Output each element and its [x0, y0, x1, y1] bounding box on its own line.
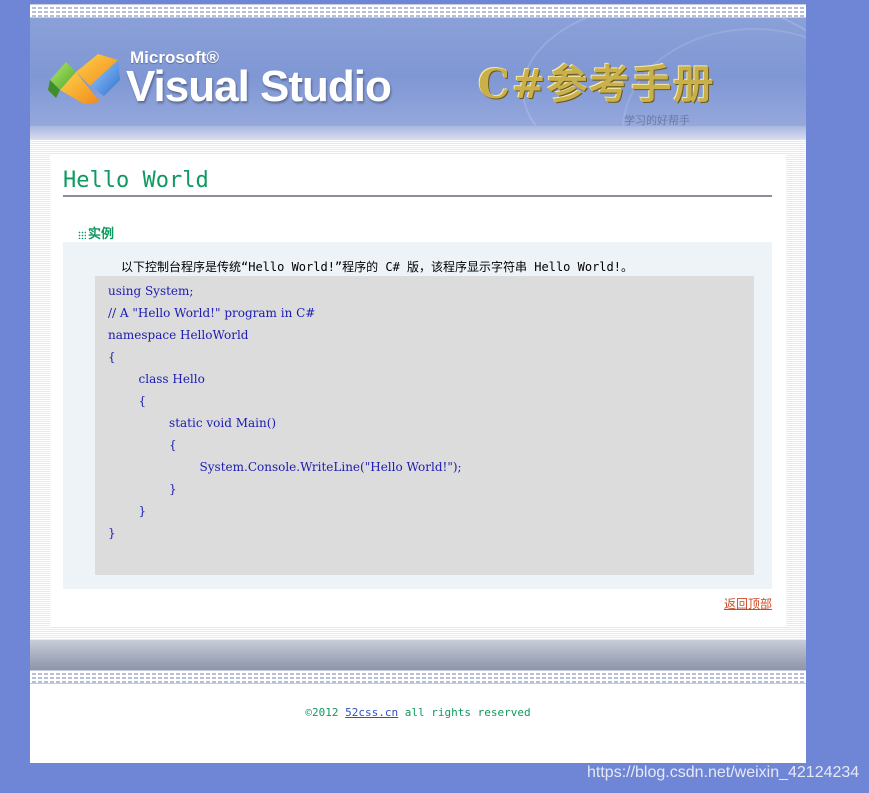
site-link[interactable]: 52css.cn — [345, 706, 398, 719]
bullet-dots-icon — [78, 231, 86, 239]
code-line: } — [108, 482, 177, 496]
section-heading: 实例 — [78, 223, 114, 242]
body-frame: Hello World 实例 以下控制台程序是传统“Hello World!”程… — [30, 140, 806, 640]
manual-title: C#参考手册 — [478, 61, 716, 108]
page-container: Microsoft® Visual Studio C#参考手册 学习的好帮手 H… — [30, 4, 806, 763]
code-line: { — [108, 350, 116, 364]
code-line: namespace HelloWorld — [108, 328, 249, 342]
footer-band — [30, 640, 806, 670]
code-line: // A "Hello World!" program in C# — [108, 306, 316, 320]
footer-copyright: ©2012 52css.cn all rights reserved — [30, 706, 806, 719]
code-line: { — [108, 394, 147, 408]
tagline: 学习的好帮手 — [624, 114, 690, 126]
back-to-top-link[interactable]: 返回顶部 — [724, 595, 772, 612]
header-banner: Microsoft® Visual Studio C#参考手册 学习的好帮手 — [30, 18, 806, 126]
visual-studio-logo-icon — [48, 54, 120, 104]
copyright-suffix: all rights reserved — [398, 706, 531, 719]
header-bottom-band — [30, 126, 806, 140]
section-heading-label: 实例 — [88, 227, 115, 242]
code-line: } — [108, 526, 116, 540]
code-line: } — [108, 504, 147, 518]
content-panel: Hello World 实例 以下控制台程序是传统“Hello World!”程… — [50, 154, 786, 626]
watermark-text: https://blog.csdn.net/weixin_42124234 — [587, 764, 860, 781]
example-box: 以下控制台程序是传统“Hello World!”程序的 C# 版，该程序显示字符… — [63, 242, 772, 589]
code-line: System.Console.WriteLine("Hello World!")… — [108, 460, 462, 474]
page-title: Hello World — [63, 168, 772, 197]
code-line: class Hello — [108, 372, 205, 386]
top-border — [30, 4, 806, 18]
code-block: using System; // A "Hello World!" progra… — [95, 276, 754, 575]
code-line: static void Main() — [108, 416, 277, 430]
product-name: Visual Studio — [126, 62, 392, 111]
footer-border — [30, 670, 806, 684]
code-line: using System; — [108, 284, 194, 298]
example-description: 以下控制台程序是传统“Hello World!”程序的 C# 版，该程序显示字符… — [121, 260, 633, 274]
copyright-prefix: ©2012 — [305, 706, 346, 719]
code-line: { — [108, 438, 177, 452]
